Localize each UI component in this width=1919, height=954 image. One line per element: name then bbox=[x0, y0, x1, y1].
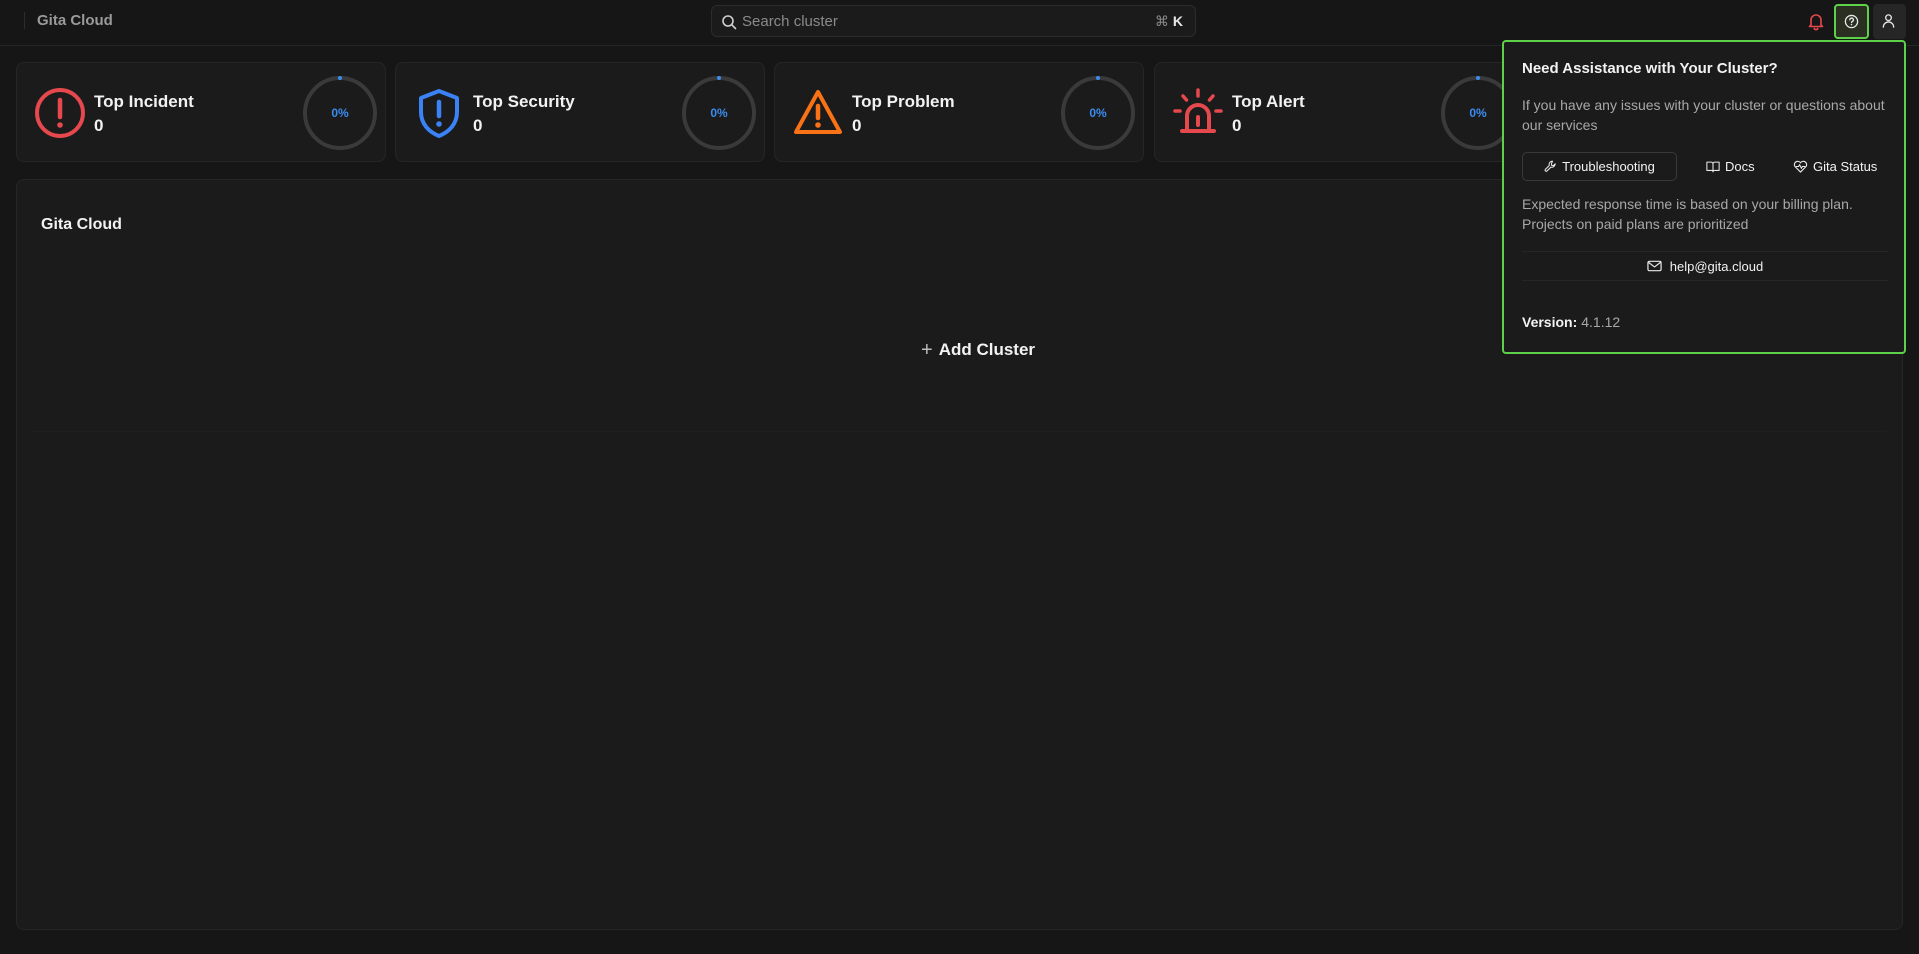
help-button[interactable] bbox=[1834, 4, 1869, 39]
command-key: ⌘ bbox=[1154, 13, 1169, 29]
card-count: 0 bbox=[473, 116, 483, 135]
brand-title[interactable]: Gita Cloud bbox=[24, 12, 113, 29]
card-count: 0 bbox=[852, 116, 862, 135]
gita-status-link[interactable]: Gita Status bbox=[1793, 152, 1877, 181]
bell-icon[interactable] bbox=[1806, 11, 1826, 31]
progress-percent: 0% bbox=[1089, 106, 1107, 120]
card-top-incident[interactable]: Top Incident 0 0% bbox=[16, 62, 386, 162]
shield-alert-icon bbox=[419, 89, 459, 138]
search-placeholder: Search cluster bbox=[742, 13, 838, 30]
search-icon bbox=[722, 15, 737, 30]
troubleshooting-label: Troubleshooting bbox=[1562, 159, 1655, 174]
heart-pulse-icon bbox=[1793, 160, 1808, 173]
docs-link[interactable]: Docs bbox=[1706, 152, 1755, 181]
warning-triangle-icon bbox=[794, 90, 842, 134]
question-circle-icon bbox=[1844, 14, 1859, 29]
help-links: Troubleshooting Docs Gita Status bbox=[1522, 152, 1892, 181]
version-label: Version: bbox=[1522, 314, 1578, 330]
wrench-icon bbox=[1544, 160, 1556, 172]
progress-percent: 0% bbox=[710, 106, 728, 120]
card-count: 0 bbox=[1232, 116, 1242, 135]
card-title: Top Incident bbox=[94, 92, 194, 111]
email-support-button[interactable]: help@gita.cloud bbox=[1522, 251, 1888, 281]
shortcut-key: K bbox=[1172, 13, 1183, 29]
user-icon bbox=[1882, 14, 1895, 28]
gita-status-label: Gita Status bbox=[1813, 159, 1878, 174]
card-count: 0 bbox=[94, 116, 104, 135]
mail-icon bbox=[1647, 260, 1662, 272]
card-top-problem[interactable]: Top Problem 0 0% bbox=[774, 62, 1144, 162]
book-icon bbox=[1706, 161, 1720, 173]
help-description: If you have any issues with your cluster… bbox=[1522, 97, 1885, 133]
troubleshooting-link[interactable]: Troubleshooting bbox=[1522, 152, 1677, 181]
panel-title: Gita Cloud bbox=[41, 216, 122, 233]
plus-icon: + bbox=[921, 339, 933, 361]
card-title: Top Problem bbox=[852, 92, 955, 111]
card-top-security[interactable]: Top Security 0 0% bbox=[395, 62, 765, 162]
version-info: Version: 4.1.12 bbox=[1522, 314, 1620, 330]
docs-label: Docs bbox=[1725, 159, 1755, 174]
card-top-alert[interactable]: Top Alert 0 0% bbox=[1154, 62, 1524, 162]
search-input[interactable]: Search cluster ⌘ K bbox=[711, 5, 1196, 37]
card-title: Top Security bbox=[473, 92, 575, 111]
help-popover: Need Assistance with Your Cluster? If yo… bbox=[1502, 40, 1906, 354]
response-time-note: Expected response time is based on your … bbox=[1522, 196, 1853, 232]
search-shortcut: ⌘ K bbox=[1155, 13, 1183, 30]
support-email: help@gita.cloud bbox=[1669, 258, 1764, 274]
siren-icon bbox=[1173, 88, 1223, 133]
alert-circle-icon bbox=[35, 88, 85, 138]
user-menu-button[interactable] bbox=[1873, 4, 1906, 39]
help-title: Need Assistance with Your Cluster? bbox=[1522, 60, 1778, 77]
version-number: 4.1.12 bbox=[1581, 314, 1621, 330]
add-cluster-label: Add Cluster bbox=[938, 340, 1036, 359]
card-title: Top Alert bbox=[1232, 92, 1305, 111]
add-cluster-button[interactable]: + Add Cluster bbox=[921, 340, 1035, 360]
progress-percent: 0% bbox=[331, 106, 349, 120]
